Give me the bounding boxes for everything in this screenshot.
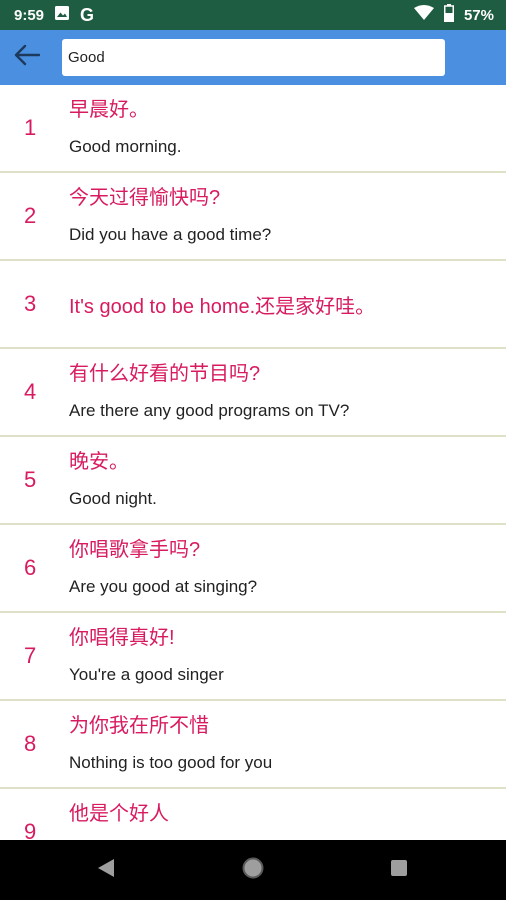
english-text: Good morning.	[69, 137, 182, 156]
item-number: 3	[24, 291, 37, 316]
english-text: You're a good singer	[69, 665, 224, 684]
nav-home-button[interactable]	[223, 840, 283, 900]
english-text: Good night.	[69, 489, 157, 508]
status-right: 57%	[413, 4, 494, 26]
english-text: Nothing is too good for you	[69, 753, 273, 772]
square-recents-icon	[390, 859, 408, 882]
item-number: 2	[24, 203, 37, 228]
chinese-text: 你唱得真好!	[69, 627, 175, 649]
chinese-text: 今天过得愉快吗?	[69, 187, 221, 209]
list-item[interactable]: 5 晚安。 Good night.	[0, 437, 506, 525]
circle-home-icon	[242, 857, 264, 884]
status-left: 9:59 G	[14, 5, 94, 26]
results-list: 1 早晨好。 Good morning. 2 今天过得愉快吗? Did you …	[0, 85, 506, 840]
battery-percent: 57%	[463, 6, 494, 24]
search-box[interactable]	[62, 39, 445, 76]
item-number: 5	[24, 467, 37, 492]
chinese-text: 有什么好看的节目吗?	[69, 363, 261, 385]
chinese-text: It's good to be home.还是家好哇。	[69, 295, 376, 318]
google-icon: G	[80, 4, 95, 25]
arrow-left-icon	[14, 44, 41, 71]
search-toolbar	[0, 30, 506, 85]
list-item[interactable]: 2 今天过得愉快吗? Did you have a good time?	[0, 173, 506, 261]
list-item[interactable]: 1 早晨好。 Good morning.	[0, 85, 506, 173]
list-item[interactable]: 3 It's good to be home.还是家好哇。	[0, 261, 506, 349]
back-button[interactable]	[0, 30, 54, 85]
search-input[interactable]	[68, 39, 439, 76]
list-item[interactable]: 6 你唱歌拿手吗? Are you good at singing?	[0, 525, 506, 613]
list-item[interactable]: 9 他是个好人	[0, 789, 506, 840]
item-number: 1	[24, 115, 37, 140]
item-number: 8	[24, 731, 37, 756]
nav-recents-button[interactable]	[369, 840, 429, 900]
chinese-text: 为你我在所不惜	[69, 715, 209, 737]
navigation-bar	[0, 840, 506, 900]
chinese-text: 早晨好。	[69, 99, 149, 121]
item-number: 6	[24, 555, 37, 580]
english-text: Did you have a good time?	[69, 225, 272, 244]
list-item[interactable]: 4 有什么好看的节目吗? Are there any good programs…	[0, 349, 506, 437]
triangle-back-icon	[97, 858, 115, 883]
english-text: Are you good at singing?	[69, 577, 258, 596]
status-bar: 9:59 G 57%	[0, 0, 506, 30]
battery-icon	[443, 4, 454, 26]
item-number: 7	[24, 643, 37, 668]
image-icon	[54, 5, 70, 25]
wifi-icon	[413, 5, 434, 25]
list-item[interactable]: 8 为你我在所不惜 Nothing is too good for you	[0, 701, 506, 789]
english-text: Are there any good programs on TV?	[69, 401, 350, 420]
chinese-text: 你唱歌拿手吗?	[69, 539, 201, 561]
item-number: 9	[24, 819, 37, 840]
list-item[interactable]: 7 你唱得真好! You're a good singer	[0, 613, 506, 701]
item-number: 4	[24, 379, 37, 404]
chinese-text: 晚安。	[69, 451, 129, 473]
clock: 9:59	[14, 6, 45, 24]
chinese-text: 他是个好人	[69, 803, 169, 825]
nav-back-button[interactable]	[76, 840, 136, 900]
